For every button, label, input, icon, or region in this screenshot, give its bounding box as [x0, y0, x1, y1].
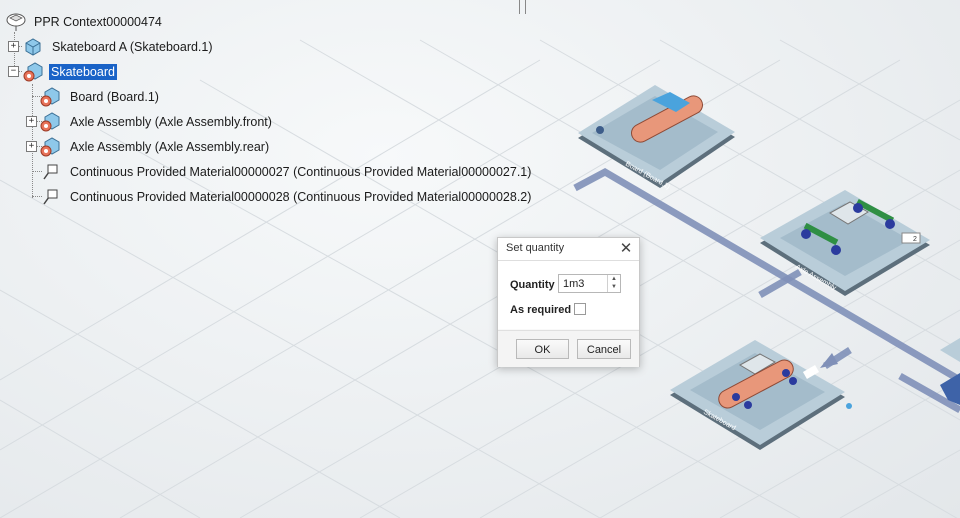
- cancel-button[interactable]: Cancel: [577, 339, 631, 359]
- quantity-spinner[interactable]: ▲ ▼: [607, 275, 620, 292]
- spin-down-icon[interactable]: ▼: [608, 283, 620, 291]
- tree-node-material-28[interactable]: Continuous Provided Material00000028 (Co…: [40, 186, 533, 208]
- tree-node-label: Skateboard: [49, 64, 117, 80]
- dialog-title: Set quantity: [506, 242, 565, 254]
- assembly-icon: [40, 137, 60, 157]
- set-quantity-dialog[interactable]: Set quantity ✕ Quantity 1m3 ▲ ▼ As requi…: [497, 237, 640, 367]
- part-icon: [40, 87, 60, 107]
- tree-node-ppr-context[interactable]: PPR Context00000474: [5, 11, 164, 33]
- tree-node-label: Skateboard A (Skateboard.1): [52, 40, 213, 54]
- quantity-value: 1m3: [563, 278, 585, 290]
- tree-node-label: Axle Assembly (Axle Assembly.rear): [70, 140, 270, 154]
- tree-node-material-27[interactable]: Continuous Provided Material00000027 (Co…: [40, 161, 533, 183]
- ppr-context-icon: [6, 13, 26, 31]
- collapse-toggle[interactable]: −: [8, 66, 19, 77]
- as-required-checkbox[interactable]: [574, 303, 586, 315]
- tree-node-skateboard-a[interactable]: Skateboard A (Skateboard.1): [23, 36, 215, 58]
- tree-node-label: Axle Assembly (Axle Assembly.front): [70, 115, 272, 129]
- tree-node-label: PPR Context00000474: [34, 15, 162, 29]
- skateboard-tile[interactable]: Skateboard: [670, 340, 852, 450]
- as-required-label: As required: [510, 304, 572, 316]
- tree-node-board[interactable]: Board (Board.1): [40, 86, 161, 108]
- product-with-material-icon: [23, 62, 43, 82]
- continuous-material-icon: [43, 164, 58, 180]
- dialog-title-bar[interactable]: Set quantity ✕: [498, 238, 639, 261]
- dialog-footer: OK Cancel: [498, 330, 639, 367]
- tree-node-label: Continuous Provided Material00000027 (Co…: [70, 165, 532, 179]
- dialog-body: Quantity 1m3 ▲ ▼ As required: [498, 261, 639, 329]
- tree-node-axle-front[interactable]: Axle Assembly (Axle Assembly.front): [40, 111, 274, 133]
- expand-toggle[interactable]: +: [26, 116, 37, 127]
- expand-toggle[interactable]: +: [26, 141, 37, 152]
- tree-node-axle-rear[interactable]: Axle Assembly (Axle Assembly.rear): [40, 136, 271, 158]
- continuous-material-icon: [43, 189, 58, 205]
- spin-up-icon[interactable]: ▲: [608, 275, 620, 283]
- quantity-badge: 2: [913, 236, 917, 243]
- tree-node-label: Board (Board.1): [70, 90, 159, 104]
- specification-tree[interactable]: PPR Context00000474 + Skateboard A (Skat…: [0, 0, 560, 220]
- quantity-field[interactable]: 1m3 ▲ ▼: [558, 274, 621, 293]
- product-icon: [25, 38, 41, 56]
- expand-toggle[interactable]: +: [8, 41, 19, 52]
- assembly-icon: [40, 112, 60, 132]
- tree-node-skateboard[interactable]: Skateboard: [23, 61, 117, 83]
- close-icon[interactable]: ✕: [619, 239, 633, 257]
- 3d-viewport[interactable]: Board (Board.1) 2 Axle Assembly Skateboa…: [0, 0, 960, 518]
- tree-node-label: Continuous Provided Material00000028 (Co…: [70, 190, 532, 204]
- ok-button[interactable]: OK: [516, 339, 569, 359]
- quantity-label: Quantity: [510, 279, 555, 291]
